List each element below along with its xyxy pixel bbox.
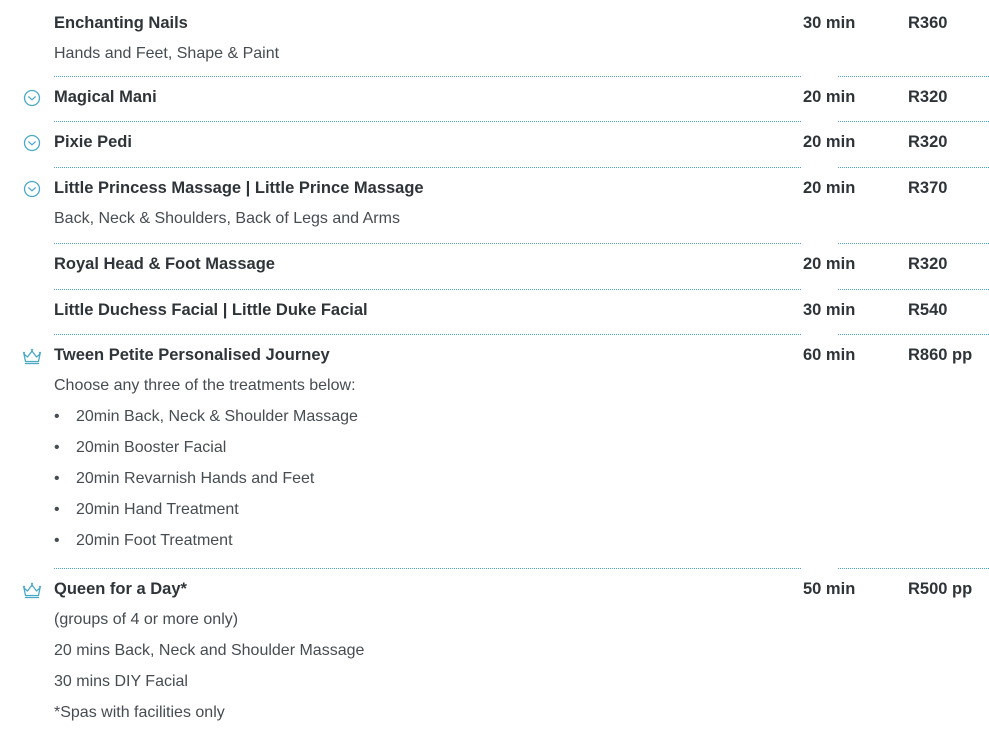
treatment-name: Little Princess Massage | Little Prince …: [54, 179, 424, 197]
treatment-item: Queen for a Day* 50 min R500 pp (groups of …: [0, 574, 989, 728]
dotted-divider: [54, 241, 989, 244]
crown-icon: [22, 580, 42, 600]
bullet-dot: •: [54, 501, 60, 518]
option-list-item: • 20min Back, Neck & Shoulder Massage: [0, 401, 989, 432]
treatment-price: R500 pp: [908, 580, 973, 598]
treatment-header-row: Little Duchess Facial | Little Duke Faci…: [0, 295, 989, 325]
treatment-item: Tween Petite Personalised Journey 60 min R…: [0, 340, 989, 569]
bullet-dot: •: [54, 470, 60, 487]
dotted-divider: [54, 566, 989, 569]
treatment-duration: 20 min: [803, 255, 856, 273]
dotted-divider: [54, 287, 989, 290]
treatment-price: R370: [908, 179, 948, 197]
treatment-description: Choose any three of the treatments below…: [54, 377, 356, 394]
treatment-name: Queen for a Day*: [54, 580, 187, 598]
treatment-description: Back, Neck & Shoulders, Back of Legs and…: [54, 210, 400, 227]
treatment-description: Hands and Feet, Shape & Paint: [54, 45, 280, 62]
option-text: 20min Foot Treatment: [76, 532, 233, 549]
treatment-duration: 30 min: [803, 14, 856, 32]
dotted-divider: [54, 74, 989, 77]
treatment-price: R360: [908, 14, 948, 32]
bullet-dot: •: [54, 439, 60, 456]
dotted-divider: [54, 332, 989, 335]
divider-gap: [801, 566, 837, 569]
option-list-item: • 20min Revarnish Hands and Feet: [0, 463, 989, 494]
bullet-dot: •: [54, 532, 60, 549]
treatment-description: (groups of 4 or more only): [54, 611, 239, 628]
divider-gap: [801, 119, 837, 122]
divider-gap: [801, 287, 837, 290]
option-text: 20min Revarnish Hands and Feet: [76, 470, 315, 487]
divider-gap: [801, 74, 837, 77]
treatment-price: R320: [908, 255, 948, 273]
treatment-header-row: Queen for a Day* 50 min R500 pp: [0, 574, 989, 604]
crown-icon: [22, 346, 42, 366]
dotted-divider: [54, 119, 989, 122]
treatment-duration: 20 min: [803, 88, 856, 106]
treatment-item: Little Duchess Facial | Little Duke Faci…: [0, 295, 989, 335]
treatment-header-row: Enchanting Nails 30 min R360: [0, 8, 989, 38]
divider-gap: [801, 165, 837, 168]
treatment-name: Magical Mani: [54, 88, 157, 106]
treatment-item: Enchanting Nails 30 min R360 Hands and Feet…: [0, 8, 989, 77]
option-list-item: • 20min Booster Facial: [0, 432, 989, 463]
treatment-duration: 60 min: [803, 346, 856, 364]
treatment-description: *Spas with facilities only: [54, 704, 225, 721]
treatment-item: Magical Mani 20 min R320: [0, 82, 989, 122]
option-list-item: • 20min Hand Treatment: [0, 494, 989, 525]
treatment-price: R860 pp: [908, 346, 973, 364]
bullet-dot: •: [54, 408, 60, 425]
treatment-price: R320: [908, 88, 948, 106]
treatment-header-row: Pixie Pedi 20 min R320: [0, 127, 989, 157]
treatment-item: Royal Head & Foot Massage 20 min R320: [0, 249, 989, 290]
divider-gap: [801, 241, 837, 244]
treatment-description: 20 mins Back, Neck and Shoulder Massage: [54, 642, 365, 659]
clock-icon: [22, 133, 42, 153]
option-text: 20min Booster Facial: [76, 439, 227, 456]
divider-gap: [801, 332, 837, 335]
treatment-name: Enchanting Nails: [54, 14, 188, 32]
dotted-divider: [54, 165, 989, 168]
treatment-duration: 20 min: [803, 179, 856, 197]
clock-icon: [22, 88, 42, 108]
treatment-name: Little Duchess Facial | Little Duke Faci…: [54, 301, 368, 319]
treatment-price: R540: [908, 301, 948, 319]
treatment-description: 30 mins DIY Facial: [54, 673, 188, 690]
treatment-header-row: Magical Mani 20 min R320: [0, 82, 989, 112]
treatment-duration: 20 min: [803, 133, 856, 151]
treatment-header-row: Royal Head & Foot Massage 20 min R320: [0, 249, 989, 279]
treatment-duration: 30 min: [803, 301, 856, 319]
clock-icon: [22, 179, 42, 199]
option-list-item: • 20min Foot Treatment: [0, 525, 989, 556]
treatment-price: R320: [908, 133, 948, 151]
treatment-header-row: Tween Petite Personalised Journey 60 min R…: [0, 340, 989, 370]
treatment-name: Pixie Pedi: [54, 133, 132, 151]
option-text: 20min Hand Treatment: [76, 501, 239, 518]
treatment-header-row: Little Princess Massage | Little Prince …: [0, 173, 989, 203]
treatment-name: Royal Head & Foot Massage: [54, 255, 275, 273]
option-text: 20min Back, Neck & Shoulder Massage: [76, 408, 358, 425]
treatment-item: Little Princess Massage | Little Prince …: [0, 173, 989, 244]
treatment-name: Tween Petite Personalised Journey: [54, 346, 330, 364]
treatment-duration: 50 min: [803, 580, 856, 598]
treatment-item: Pixie Pedi 20 min R320: [0, 127, 989, 168]
